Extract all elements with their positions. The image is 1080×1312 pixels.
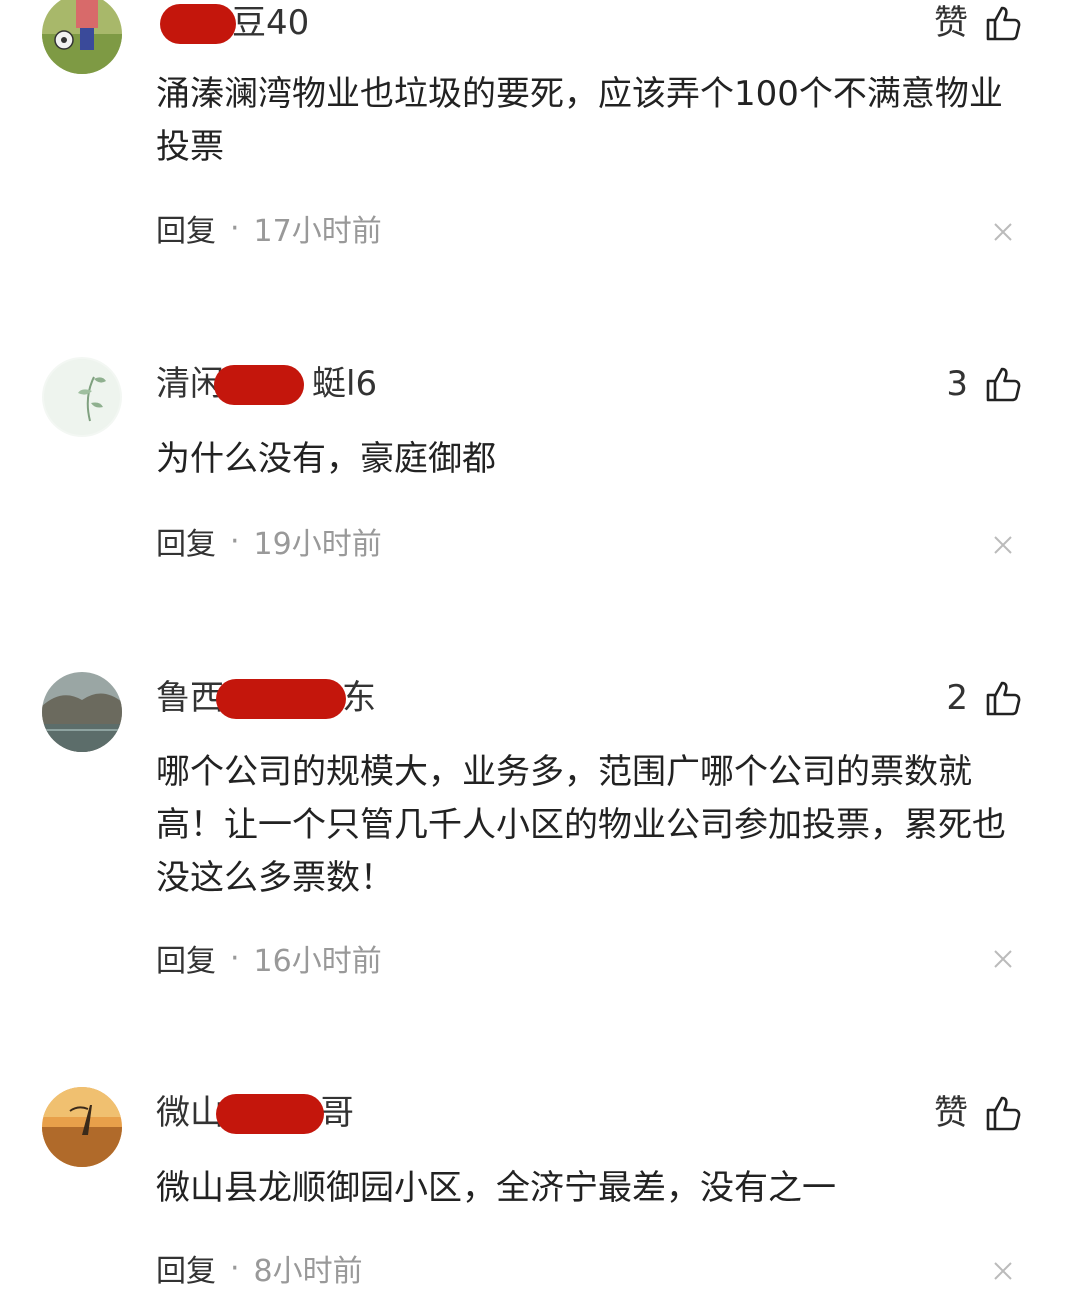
close-icon[interactable] [992, 948, 1014, 970]
comment-text: 为什么没有，豪庭御都 [156, 439, 496, 479]
sunset-avatar-icon [42, 1087, 122, 1167]
username-prefix: 鲁西 [156, 678, 224, 718]
redaction-mark [214, 365, 304, 405]
separator-dot: · [230, 210, 240, 246]
comment-meta: 回复 · 8小时前 [156, 1246, 363, 1290]
comment-meta: 回复 · 19小时前 [156, 519, 382, 563]
close-icon[interactable] [992, 221, 1014, 243]
avatar[interactable] [42, 357, 122, 437]
child-soccer-avatar-icon [42, 0, 122, 74]
timestamp: 16小时前 [253, 944, 382, 979]
reply-button[interactable]: 回复 [156, 936, 216, 980]
redaction-mark [216, 679, 346, 719]
comment-text: 哪个公司的规模大，业务多，范围广哪个公司的票数就高！让一个只管几千人小区的物业公… [156, 752, 1006, 898]
redaction-mark [160, 4, 236, 44]
reply-button[interactable]: 回复 [156, 519, 216, 563]
comment-meta: 回复 · 16小时前 [156, 936, 382, 980]
reply-button[interactable]: 回复 [156, 1246, 216, 1290]
separator-dot: · [230, 523, 240, 559]
like-button[interactable]: 2 [946, 675, 1022, 721]
ink-plant-avatar-icon [42, 357, 122, 437]
comment-text: 涌溱澜湾物业也垃圾的要死，应该弄个100个不满意物业投票 [156, 74, 1003, 167]
username[interactable]: 豆40 [156, 0, 309, 46]
username[interactable]: 微山 哥 [156, 1090, 354, 1136]
username[interactable]: 清闲 蜓l6 [156, 361, 377, 407]
timestamp: 17小时前 [253, 214, 382, 249]
close-icon[interactable] [992, 1260, 1014, 1282]
username[interactable]: 鲁西 东 [156, 675, 376, 721]
comment-text: 微山县龙顺御园小区，全济宁最差，没有之一 [156, 1168, 836, 1208]
username-suffix: 东 [342, 678, 376, 718]
redaction-mark [216, 1094, 324, 1134]
separator-dot: · [230, 1250, 240, 1286]
landscape-avatar-icon [42, 672, 122, 752]
username-suffix: 哥 [320, 1093, 354, 1133]
thumbs-up-icon [982, 678, 1022, 718]
reply-button[interactable]: 回复 [156, 206, 216, 250]
like-count: 2 [946, 678, 968, 718]
like-label: 赞 [934, 1093, 968, 1133]
avatar[interactable] [42, 1087, 122, 1167]
thumbs-up-icon [982, 364, 1022, 404]
thumbs-up-icon [982, 3, 1022, 43]
like-button[interactable]: 赞 [934, 1090, 1022, 1136]
like-button[interactable]: 3 [946, 361, 1022, 407]
thumbs-up-icon [982, 1093, 1022, 1133]
avatar[interactable] [42, 672, 122, 752]
like-count: 3 [946, 364, 968, 404]
like-label: 赞 [934, 3, 968, 43]
separator-dot: · [230, 940, 240, 976]
username-prefix: 微山 [156, 1093, 224, 1133]
avatar[interactable] [42, 0, 122, 74]
timestamp: 8小时前 [253, 1254, 363, 1289]
like-button[interactable]: 赞 [934, 0, 1022, 46]
username-suffix: 蜓l6 [312, 364, 378, 404]
timestamp: 19小时前 [253, 527, 382, 562]
close-icon[interactable] [992, 534, 1014, 556]
comment-meta: 回复 · 17小时前 [156, 206, 382, 250]
